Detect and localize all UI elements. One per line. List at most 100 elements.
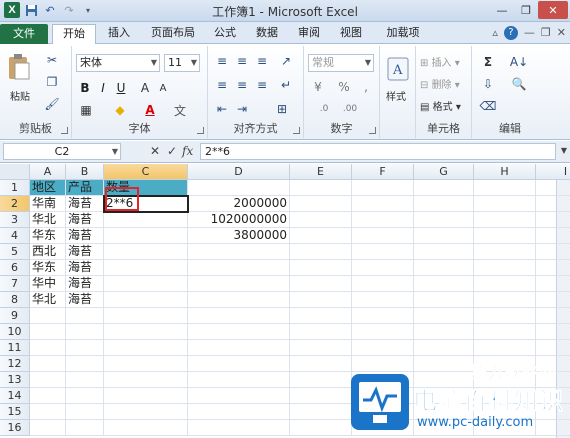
row-header-4[interactable]: 4: [0, 228, 30, 244]
cell-g8[interactable]: [414, 292, 474, 308]
cell-c4[interactable]: [104, 228, 188, 244]
cell-d9[interactable]: [188, 308, 290, 324]
row-header-5[interactable]: 5: [0, 244, 30, 260]
cell-b14[interactable]: [66, 388, 104, 404]
cell-g4[interactable]: [414, 228, 474, 244]
cell-c2[interactable]: 2**6: [104, 196, 188, 212]
cell-g2[interactable]: [414, 196, 474, 212]
tab-page-layout[interactable]: 页面布局: [144, 24, 202, 44]
cell-d8[interactable]: [188, 292, 290, 308]
cell-b3[interactable]: 海苔: [66, 212, 104, 228]
italic-icon[interactable]: I: [96, 80, 110, 96]
cell-c6[interactable]: [104, 260, 188, 276]
cell-b13[interactable]: [66, 372, 104, 388]
currency-icon[interactable]: ¥: [310, 80, 326, 94]
cell-c1[interactable]: 数量: [104, 180, 188, 196]
row-header-12[interactable]: 12: [0, 356, 30, 372]
column-header-a[interactable]: A: [30, 164, 66, 180]
column-header-e[interactable]: E: [290, 164, 352, 180]
cell-a14[interactable]: [30, 388, 66, 404]
cell-c14[interactable]: [104, 388, 188, 404]
font-launcher-icon[interactable]: [197, 127, 204, 134]
cell-c7[interactable]: [104, 276, 188, 292]
row-header-6[interactable]: 6: [0, 260, 30, 276]
cell-g11[interactable]: [414, 340, 474, 356]
tab-data[interactable]: 数据: [250, 24, 284, 44]
cell-e15[interactable]: [290, 404, 352, 420]
cell-d6[interactable]: [188, 260, 290, 276]
styles-icon[interactable]: A: [386, 56, 410, 82]
cell-d13[interactable]: [188, 372, 290, 388]
cell-a1[interactable]: 地区: [30, 180, 66, 196]
column-header-g[interactable]: G: [414, 164, 474, 180]
name-box[interactable]: C2 ▼: [3, 143, 121, 160]
bold-icon[interactable]: B: [78, 80, 92, 96]
row-header-14[interactable]: 14: [0, 388, 30, 404]
tab-home[interactable]: 开始: [52, 24, 96, 45]
cell-f1[interactable]: [352, 180, 414, 196]
cell-e16[interactable]: [290, 420, 352, 436]
cell-b15[interactable]: [66, 404, 104, 420]
find-select-icon[interactable]: 🔍: [508, 76, 530, 92]
cell-b10[interactable]: [66, 324, 104, 340]
cell-c9[interactable]: [104, 308, 188, 324]
align-top-icon[interactable]: ≡: [214, 54, 230, 68]
decrease-decimal-icon[interactable]: .00: [340, 102, 360, 116]
align-middle-icon[interactable]: ≡: [234, 54, 250, 68]
cell-a2[interactable]: 华南: [30, 196, 66, 212]
cell-e14[interactable]: [290, 388, 352, 404]
phonetic-icon[interactable]: 文: [172, 102, 188, 118]
cell-d3[interactable]: 1020000000: [188, 212, 290, 228]
cell-i1[interactable]: [536, 180, 570, 196]
row-header-13[interactable]: 13: [0, 372, 30, 388]
restore-workbook-icon[interactable]: ❐: [541, 26, 551, 40]
cell-c10[interactable]: [104, 324, 188, 340]
cell-d2[interactable]: 2000000: [188, 196, 290, 212]
cell-b7[interactable]: 海苔: [66, 276, 104, 292]
cell-b12[interactable]: [66, 356, 104, 372]
cell-g1[interactable]: [414, 180, 474, 196]
fill-color-icon[interactable]: ◆: [112, 102, 128, 118]
cell-h5[interactable]: [474, 244, 536, 260]
insert-cells-button[interactable]: ⊞ 插入 ▾: [420, 54, 460, 69]
cell-i2[interactable]: [536, 196, 570, 212]
cell-g9[interactable]: [414, 308, 474, 324]
tab-review[interactable]: 审阅: [292, 24, 326, 44]
align-bottom-icon[interactable]: ≡: [254, 54, 270, 68]
column-header-f[interactable]: F: [352, 164, 414, 180]
cell-e5[interactable]: [290, 244, 352, 260]
cell-d7[interactable]: [188, 276, 290, 292]
tab-insert[interactable]: 插入: [100, 24, 138, 44]
cell-a5[interactable]: 西北: [30, 244, 66, 260]
expand-formula-bar-icon[interactable]: ▼: [561, 146, 567, 155]
cell-h8[interactable]: [474, 292, 536, 308]
restore-button[interactable]: ❐: [514, 1, 538, 19]
column-header-b[interactable]: B: [66, 164, 104, 180]
cell-i4[interactable]: [536, 228, 570, 244]
percent-icon[interactable]: %: [336, 80, 352, 94]
cell-a10[interactable]: [30, 324, 66, 340]
cell-e11[interactable]: [290, 340, 352, 356]
cell-a11[interactable]: [30, 340, 66, 356]
tab-view[interactable]: 视图: [334, 24, 368, 44]
cell-e8[interactable]: [290, 292, 352, 308]
cell-i8[interactable]: [536, 292, 570, 308]
cell-f11[interactable]: [352, 340, 414, 356]
minimize-workbook-icon[interactable]: —: [524, 26, 535, 40]
cell-e3[interactable]: [290, 212, 352, 228]
cell-h1[interactable]: [474, 180, 536, 196]
cell-g3[interactable]: [414, 212, 474, 228]
cell-b6[interactable]: 海苔: [66, 260, 104, 276]
cell-h10[interactable]: [474, 324, 536, 340]
tab-file[interactable]: 文件: [0, 24, 48, 44]
format-painter-icon[interactable]: 🖌: [44, 96, 60, 112]
fill-icon[interactable]: ⇩: [480, 76, 496, 92]
column-header-c[interactable]: C: [104, 164, 188, 180]
enter-icon[interactable]: ✓: [167, 144, 177, 158]
align-right-icon[interactable]: ≡: [254, 78, 270, 92]
cell-a12[interactable]: [30, 356, 66, 372]
row-header-16[interactable]: 16: [0, 420, 30, 436]
cell-e13[interactable]: [290, 372, 352, 388]
cell-c13[interactable]: [104, 372, 188, 388]
cancel-icon[interactable]: ✕: [150, 144, 160, 158]
